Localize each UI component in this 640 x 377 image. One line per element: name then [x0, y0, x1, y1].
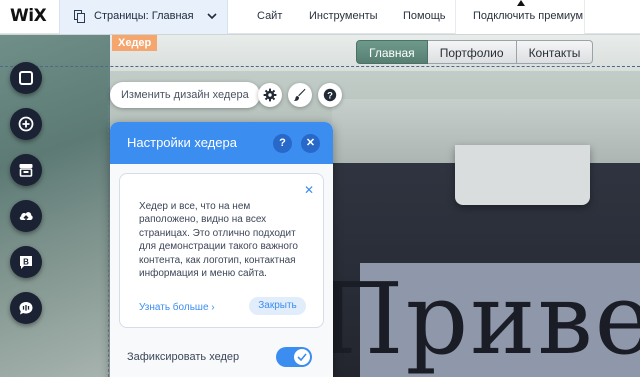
site-navigation-menu: Главная Портфолио Контакты [356, 40, 594, 64]
nav-contacts[interactable]: Контакты [516, 40, 594, 64]
section-guide-line [108, 35, 109, 377]
chevron-down-icon [207, 13, 217, 20]
pages-icon [74, 10, 85, 23]
wix-logo[interactable]: WiX [10, 6, 47, 26]
brush-icon [293, 88, 306, 101]
chat-button[interactable] [10, 292, 42, 324]
blog-letter: B [23, 257, 29, 266]
help-glyph: ? [327, 90, 333, 101]
store-icon [19, 164, 33, 177]
menu-help[interactable]: Помощь [403, 10, 446, 22]
nav-portfolio[interactable]: Портфолио [427, 40, 517, 64]
nav-home[interactable]: Главная [356, 40, 428, 64]
blog-button[interactable]: B [10, 246, 42, 278]
tip-close-icon[interactable]: ✕ [304, 183, 314, 197]
header-design-button[interactable] [288, 83, 312, 107]
header-help-button[interactable]: ? [318, 83, 342, 107]
panel-close-button[interactable]: ✕ [301, 134, 320, 153]
gear-icon [263, 88, 277, 102]
change-header-design-button[interactable]: Изменить дизайн хедера [110, 82, 260, 108]
add-element-button[interactable] [10, 108, 42, 140]
help-icon: ? [323, 88, 337, 101]
tip-close-button[interactable]: Закрыть [249, 297, 306, 315]
arrow-up-icon [517, 0, 525, 6]
upgrade-premium-label: Подключить премиум [473, 10, 584, 22]
header-settings-panel: Настройки хедера ? ✕ ✕ Хедер и все, что … [110, 122, 333, 377]
menu-site[interactable]: Сайт [257, 10, 282, 22]
panel-header: Настройки хедера ? ✕ [110, 122, 333, 164]
header-settings-button[interactable] [258, 83, 282, 107]
add-icon [18, 116, 34, 132]
blog-icon: B [20, 256, 32, 269]
close-icon: ✕ [305, 137, 316, 149]
toggle-knob [294, 349, 310, 365]
chat-icon [19, 302, 33, 315]
upload-cloud-icon [19, 212, 33, 222]
info-tip-card: ✕ Хедер и все, что на нем раположено, ви… [119, 173, 324, 328]
upload-media-button[interactable] [10, 200, 42, 232]
pages-dropdown-label: Страницы: Главная [94, 10, 194, 22]
pages-dropdown[interactable]: Страницы: Главная [59, 0, 228, 34]
panel-title: Настройки хедера [127, 135, 237, 150]
menu-tools[interactable]: Инструменты [309, 10, 378, 22]
panel-body: ✕ Хедер и все, что на нем раположено, ви… [110, 164, 333, 377]
checkmark-icon [297, 353, 307, 361]
header-section-tag[interactable]: Хедер [112, 35, 158, 51]
background-plaque [455, 145, 590, 205]
help-icon: ? [279, 137, 286, 149]
hero-text[interactable]: Приве [318, 271, 640, 369]
fix-header-toggle[interactable] [276, 347, 312, 367]
square-outline-icon [19, 71, 33, 85]
learn-more-link[interactable]: Узнать больше › [139, 302, 215, 313]
tip-text: Хедер и все, что на нем раположено, видн… [139, 201, 298, 280]
fix-header-label: Зафиксировать хедер [127, 351, 240, 363]
panel-help-button[interactable]: ? [273, 134, 292, 153]
app-market-button[interactable] [10, 154, 42, 186]
pages-menu-button[interactable] [10, 62, 42, 94]
header-boundary-line [0, 66, 640, 68]
editor-top-bar: WiX Страницы: Главная Сайт Инструменты П… [0, 0, 640, 34]
